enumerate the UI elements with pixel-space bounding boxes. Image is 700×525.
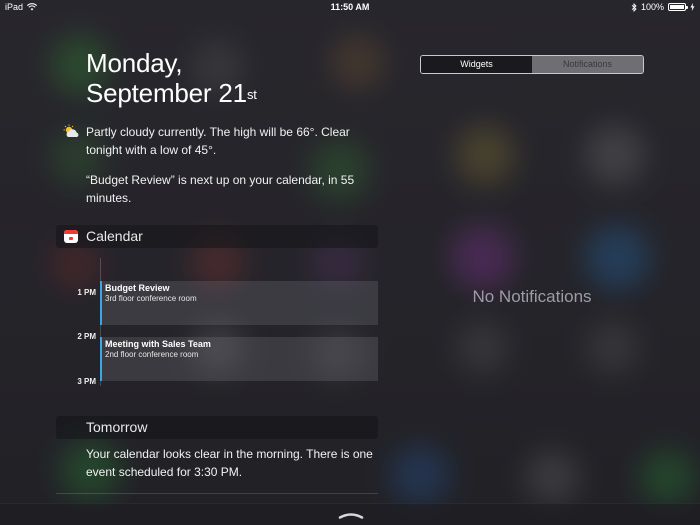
- charging-bolt-icon: [690, 3, 695, 11]
- battery-percentage: 100%: [640, 2, 664, 12]
- event-name: Budget Review: [105, 283, 170, 293]
- view-segmented-control[interactable]: Widgets Notifications: [420, 55, 644, 74]
- partly-cloudy-icon: [63, 124, 79, 137]
- day-of-week: Monday,: [86, 48, 183, 78]
- tomorrow-widget-title: Tomorrow: [86, 419, 148, 435]
- today-summary: Partly cloudy currently. The high will b…: [86, 123, 376, 207]
- calendar-icon: [64, 230, 78, 243]
- event-name: Meeting with Sales Team: [105, 339, 211, 349]
- time-label-2pm: 2 PM: [77, 332, 96, 341]
- bluetooth-icon: [631, 2, 637, 12]
- tab-widgets[interactable]: Widgets: [421, 56, 532, 73]
- time-label-1pm: 1 PM: [77, 288, 96, 297]
- status-bar: iPad 11:50 AM 100%: [0, 0, 700, 14]
- calendar-event-budget-review[interactable]: Budget Review 3rd floor conference room: [100, 281, 378, 325]
- calendar-widget-header[interactable]: Calendar: [56, 225, 378, 248]
- today-date: Monday, September 21st: [86, 48, 257, 108]
- weather-summary: Partly cloudy currently. The high will b…: [86, 125, 350, 157]
- no-notifications-label: No Notifications: [472, 287, 592, 306]
- tomorrow-summary: Your calendar looks clear in the morning…: [86, 447, 373, 479]
- calendar-event-sales-meeting[interactable]: Meeting with Sales Team 2nd floor confer…: [100, 337, 378, 381]
- date-suffix: st: [246, 87, 257, 102]
- calendar-widget-title: Calendar: [86, 228, 143, 244]
- battery-icon: [668, 3, 688, 11]
- time-label-3pm: 3 PM: [77, 377, 96, 386]
- tomorrow-widget-header[interactable]: Tomorrow: [56, 416, 378, 439]
- section-divider: [56, 493, 378, 494]
- grabber-handle-icon[interactable]: [338, 512, 364, 519]
- date-main: September 21: [86, 78, 247, 108]
- tab-notifications[interactable]: Notifications: [532, 56, 643, 73]
- status-time: 11:50 AM: [330, 2, 370, 12]
- event-location: 3rd floor conference room: [105, 294, 197, 303]
- calendar-summary: “Budget Review” is next up on your calen…: [86, 173, 355, 205]
- event-location: 2nd floor conference room: [105, 350, 199, 359]
- notification-center-bottom-bar: [0, 503, 700, 525]
